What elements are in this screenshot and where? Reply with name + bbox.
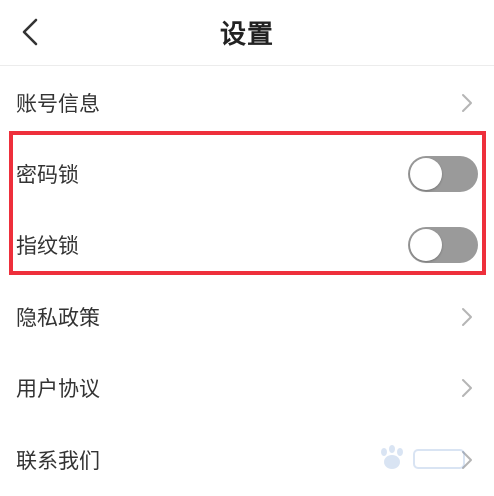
password-lock-toggle[interactable] <box>408 156 478 192</box>
row-fingerprint-lock: 指纹锁 <box>0 209 494 281</box>
settings-page: 设置 账号信息 密码锁 指纹锁 隐私政策 用户协议 联系我们 <box>0 0 494 496</box>
row-account-info[interactable]: 账号信息 <box>0 67 494 139</box>
row-label: 联系我们 <box>16 449 100 473</box>
row-label: 账号信息 <box>16 92 100 116</box>
chevron-right-icon <box>462 94 472 112</box>
chevron-right-icon <box>462 308 472 326</box>
row-user-agreement[interactable]: 用户协议 <box>0 352 494 424</box>
watermark-logo <box>381 445 465 469</box>
toggle-knob <box>410 158 442 190</box>
fingerprint-lock-toggle[interactable] <box>408 227 478 263</box>
chevron-right-icon <box>462 379 472 397</box>
row-label: 隐私政策 <box>16 306 100 330</box>
row-password-lock: 密码锁 <box>0 138 494 210</box>
header-bar: 设置 <box>0 0 494 66</box>
row-label: 指纹锁 <box>16 234 79 258</box>
page-title: 设置 <box>219 20 274 50</box>
row-label: 用户协议 <box>16 377 100 401</box>
row-label: 密码锁 <box>16 163 79 187</box>
row-privacy-policy[interactable]: 隐私政策 <box>0 281 494 353</box>
toggle-knob <box>410 229 442 261</box>
